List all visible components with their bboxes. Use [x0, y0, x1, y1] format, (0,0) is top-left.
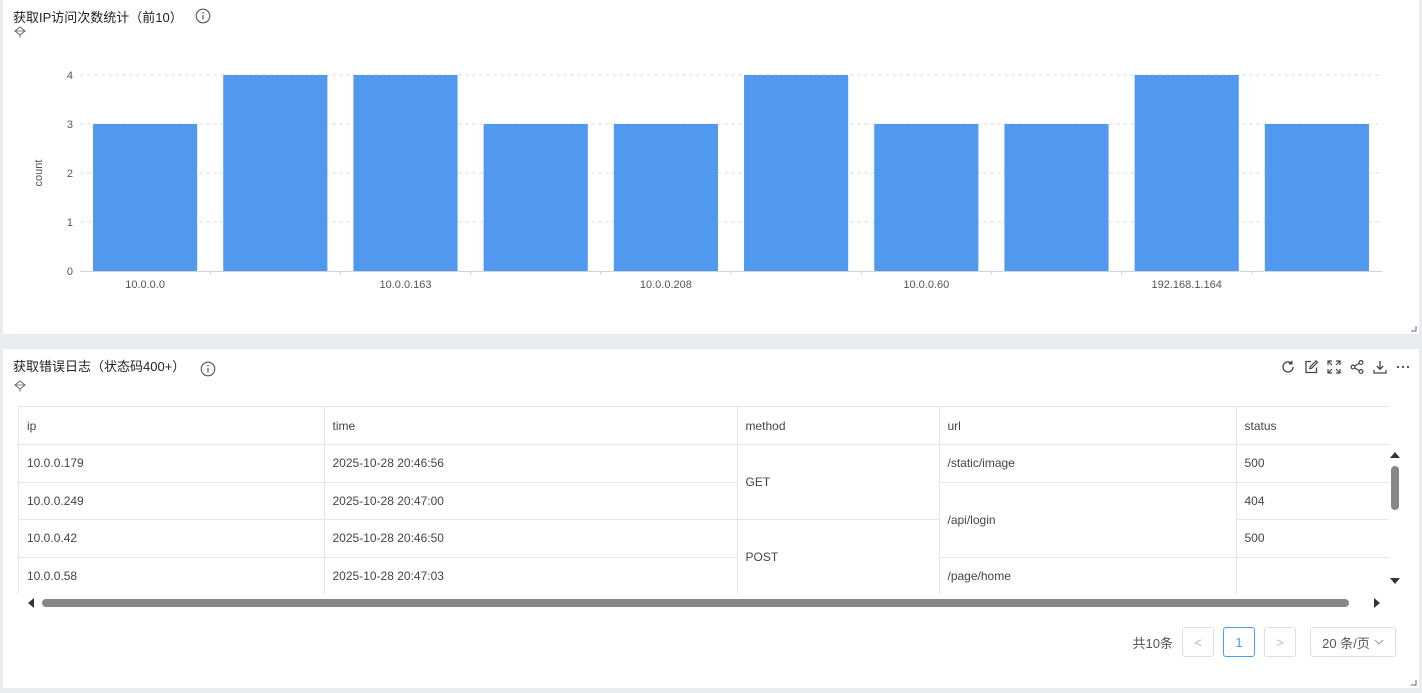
table-row[interactable]: 10.0.0.249 2025-10-28 20:47:00 /api/logi…	[19, 482, 1389, 558]
table-header-row: ip time method url status	[19, 407, 1389, 445]
page-number-button[interactable]: 1	[1223, 627, 1255, 657]
table-row[interactable]: 10.0.0.58 2025-10-28 20:47:03 /page/home	[19, 557, 1389, 594]
cell-url: /page/home	[939, 557, 1237, 594]
more-icon[interactable]	[1395, 359, 1411, 375]
bar	[93, 124, 198, 271]
column-header-status[interactable]: status	[1236, 407, 1389, 445]
page-size-select[interactable]: 20 条/页	[1310, 627, 1396, 657]
cell-status: 500	[1236, 444, 1389, 483]
bar-chart: 0 1 2 3 4 count 10.0.0.0 10.0.0.163 10.0.0.208 10…	[33, 70, 1382, 291]
bar	[1264, 124, 1369, 271]
bar	[223, 75, 328, 271]
cell-status: 500	[1236, 519, 1389, 558]
share-icon[interactable]	[1349, 359, 1365, 375]
error-log-table-container: ip time method url status 10.0.0.179 202…	[18, 406, 1389, 594]
y-tick-label: 2	[67, 168, 73, 180]
pagination: 共10条 < 1 > 20 条/页	[1133, 627, 1396, 657]
y-tick-label: 4	[67, 70, 73, 82]
fullscreen-icon[interactable]	[1326, 359, 1342, 375]
prev-page-button[interactable]: <	[1182, 627, 1214, 657]
x-tick-label: 10.0.0.0	[125, 279, 165, 291]
y-tick-label: 1	[67, 217, 73, 229]
error-log-table: ip time method url status 10.0.0.179 202…	[19, 407, 1389, 594]
error-log-panel: 获取错误日志（状态码400+） ip time method url statu…	[3, 349, 1419, 688]
table-panel-title: 获取错误日志（状态码400+）	[13, 359, 186, 374]
table-row[interactable]: 10.0.0.179 2025-10-28 20:46:56 GET /stat…	[19, 444, 1389, 520]
resize-handle-icon[interactable]	[1410, 325, 1417, 332]
x-tick-label: 10.0.0.60	[903, 279, 949, 291]
cell-time: 2025-10-28 20:47:03	[324, 557, 738, 594]
vertical-scroll-thumb[interactable]	[1391, 466, 1399, 510]
cell-status: 404	[1236, 482, 1389, 520]
scroll-up-arrow-icon[interactable]	[1390, 452, 1400, 458]
bar	[874, 124, 979, 271]
y-axis-label: count	[33, 160, 45, 187]
cell-url: /static/image	[939, 444, 1237, 483]
bar	[483, 124, 588, 271]
total-count: 共10条	[1132, 635, 1173, 651]
vertical-scrollbar[interactable]	[1388, 450, 1402, 588]
cell-url: /api/login	[939, 482, 1237, 558]
bar	[353, 75, 458, 271]
panel-toolbar	[1280, 359, 1411, 375]
y-tick-label: 3	[67, 119, 73, 131]
info-icon[interactable]	[200, 361, 216, 377]
cell-status	[1236, 557, 1389, 594]
bar	[1134, 75, 1239, 271]
horizontal-scrollbar[interactable]	[23, 595, 1386, 611]
cell-time: 2025-10-28 20:46:50	[324, 519, 738, 558]
ip-count-chart-panel: 获取IP访问次数统计（前10） 0 1 2 3 4 count 10.0.0.0 10.0.0…	[3, 0, 1419, 334]
cell-ip: 10.0.0.42	[19, 519, 325, 558]
chevron-down-icon	[1374, 639, 1384, 645]
scroll-left-arrow-icon[interactable]	[28, 598, 34, 608]
scroll-right-arrow-icon[interactable]	[1374, 598, 1380, 608]
edit-icon[interactable]	[1303, 359, 1319, 375]
cell-ip: 10.0.0.179	[19, 444, 325, 483]
download-icon[interactable]	[1372, 359, 1388, 375]
x-tick-label: 10.0.0.163	[380, 279, 432, 291]
cell-time: 2025-10-28 20:47:00	[324, 482, 738, 520]
resize-handle-icon[interactable]	[1410, 679, 1417, 686]
cell-method: GET	[737, 444, 940, 520]
page-size-value: 20 条/页	[1322, 635, 1370, 651]
x-tick-label: 192.168.1.164	[1152, 279, 1222, 291]
bar	[744, 75, 849, 271]
drag-handle-icon[interactable]	[13, 380, 27, 392]
horizontal-scroll-thumb[interactable]	[42, 599, 1349, 607]
cell-ip: 10.0.0.249	[19, 482, 325, 520]
column-header-time[interactable]: time	[324, 407, 738, 445]
column-header-ip[interactable]: ip	[19, 407, 325, 445]
scroll-down-arrow-icon[interactable]	[1390, 578, 1400, 584]
bar	[613, 124, 718, 271]
column-header-method[interactable]: method	[737, 407, 940, 445]
bar	[1004, 124, 1109, 271]
x-tick-label: 10.0.0.208	[640, 279, 692, 291]
column-header-url[interactable]: url	[939, 407, 1237, 445]
cell-method: POST	[737, 519, 940, 594]
refresh-icon[interactable]	[1280, 359, 1296, 375]
next-page-button[interactable]: >	[1264, 627, 1296, 657]
y-tick-label: 0	[67, 266, 73, 278]
cell-ip: 10.0.0.58	[19, 557, 325, 594]
cell-time: 2025-10-28 20:46:56	[324, 444, 738, 483]
